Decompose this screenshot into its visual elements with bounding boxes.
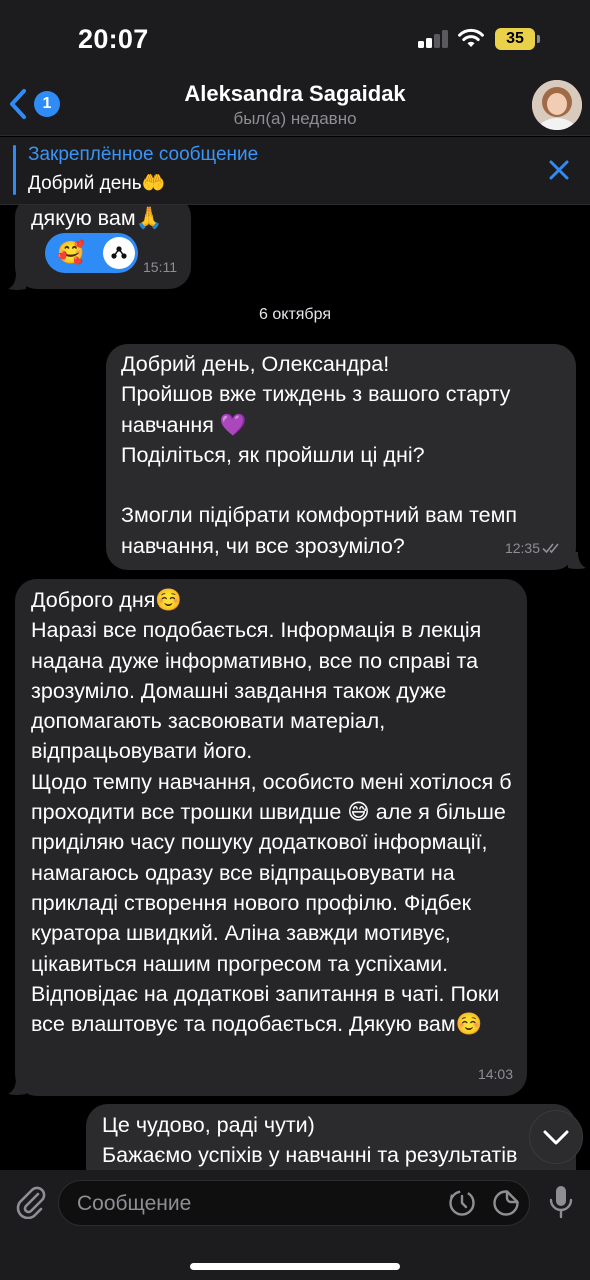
chat-screen: 20:07 35 1 Aleksandra Sagaidak был(а) не…	[0, 0, 590, 1280]
bubble-tail	[8, 1078, 26, 1095]
message-input-placeholder: Сообщение	[77, 1192, 192, 1215]
status-time: 20:07	[78, 24, 149, 54]
battery-tip	[537, 35, 540, 43]
message-time: 14:03	[477, 1065, 513, 1082]
reaction-chip[interactable]: 🥰	[45, 233, 138, 273]
cellular-signal-icon	[418, 30, 450, 48]
scroll-to-bottom-button[interactable]	[529, 1110, 583, 1164]
message-text: Доброго дня☺️ Наразі все подобається. Ін…	[31, 588, 512, 1037]
message-text: Добрий день, Олександра! Пройшов вже тиж…	[121, 352, 518, 558]
pinned-message-text: Добрий день🤲	[28, 173, 166, 194]
close-icon[interactable]	[545, 156, 573, 184]
bubble-tail	[568, 552, 586, 569]
microphone-icon[interactable]	[548, 1184, 574, 1220]
message-time-text: 12:35	[504, 539, 540, 556]
composer-bar: Сообщение	[0, 1170, 590, 1280]
message-bubble-incoming[interactable]: дякую вам🙏 🥰 15:11	[15, 205, 191, 289]
status-bar: 20:07 35	[0, 0, 590, 72]
reactor-avatar	[103, 237, 135, 269]
message-list[interactable]: дякую вам🙏 🥰 15:11 6 октября Добрий день…	[0, 205, 590, 1170]
message-bubble-outgoing[interactable]: Добрий день, Олександра! Пройшов вже тиж…	[106, 344, 576, 570]
reaction-emoji: 🥰	[57, 240, 85, 265]
battery-indicator: 35	[495, 28, 535, 50]
date-separator: 6 октября	[259, 306, 331, 323]
message-bubble-outgoing[interactable]: Це чудово, раді чути) Бажаємо успіхів у …	[86, 1104, 576, 1170]
pinned-accent-line	[13, 145, 16, 195]
message-text: дякую вам🙏	[31, 206, 163, 230]
contact-name[interactable]: Aleksandra Sagaidak	[0, 81, 590, 107]
message-time: 12:35	[505, 533, 564, 563]
paperclip-icon[interactable]	[14, 1185, 46, 1219]
pinned-message-title: Закреплённое сообщение	[28, 144, 259, 165]
timer-icon[interactable]	[447, 1188, 477, 1218]
pinned-message-bar[interactable]: Закреплённое сообщение Добрий день🤲	[0, 137, 590, 205]
chevron-down-icon	[543, 1130, 569, 1145]
sticker-icon[interactable]	[491, 1188, 521, 1218]
home-indicator	[190, 1263, 400, 1270]
read-checkmarks-icon	[542, 543, 559, 554]
contact-last-seen: был(а) недавно	[233, 109, 357, 128]
avatar-image	[532, 80, 582, 130]
contact-avatar[interactable]	[532, 80, 582, 130]
chat-header: 1 Aleksandra Sagaidak был(а) недавно	[0, 72, 590, 136]
message-text: Це чудово, раді чути) Бажаємо успіхів у …	[102, 1113, 518, 1168]
message-time: 15:11	[143, 258, 177, 275]
wifi-icon	[458, 28, 484, 47]
bubble-tail	[8, 273, 26, 290]
message-input[interactable]: Сообщение	[58, 1180, 530, 1226]
reactor-avatar-logo-icon	[111, 246, 127, 259]
message-bubble-incoming[interactable]: Доброго дня☺️ Наразі все подобається. Ін…	[15, 579, 527, 1096]
